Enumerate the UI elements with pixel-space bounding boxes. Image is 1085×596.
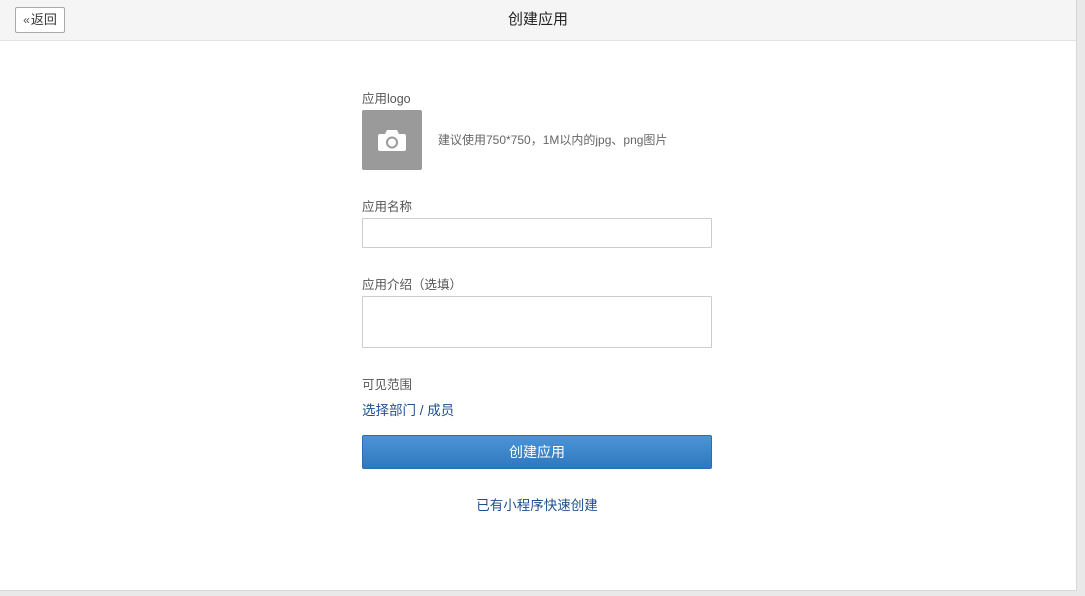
back-button[interactable]: « 返回 xyxy=(15,7,65,33)
quick-create-link[interactable]: 已有小程序快速创建 xyxy=(362,494,712,514)
back-button-label: 返回 xyxy=(30,12,57,27)
page-title: 创建应用 xyxy=(507,11,568,28)
logo-hint: 建议使用750*750，1M以内的jpg、png图片 xyxy=(438,133,668,147)
top-bar: 创建应用 « 返回 xyxy=(0,0,1076,41)
app-intro-textarea[interactable] xyxy=(362,296,712,348)
logo-upload[interactable] xyxy=(362,110,422,170)
create-app-button[interactable]: 创建应用 xyxy=(362,435,712,469)
visibility-label: 可见范围 xyxy=(362,378,413,392)
app-name-label: 应用名称 xyxy=(362,200,413,214)
app-name-input[interactable] xyxy=(362,218,712,248)
app-intro-label: 应用介绍（选填） xyxy=(362,278,463,292)
camera-icon xyxy=(378,130,406,151)
select-members-link[interactable]: 选择部门 / 成员 xyxy=(362,399,454,419)
main-panel: 创建应用 « 返回 应用logo 建议使用750*750，1M以内的jpg、pn… xyxy=(0,0,1077,591)
double-chevron-left-icon: « xyxy=(23,13,30,27)
logo-label: 应用logo xyxy=(362,92,411,106)
